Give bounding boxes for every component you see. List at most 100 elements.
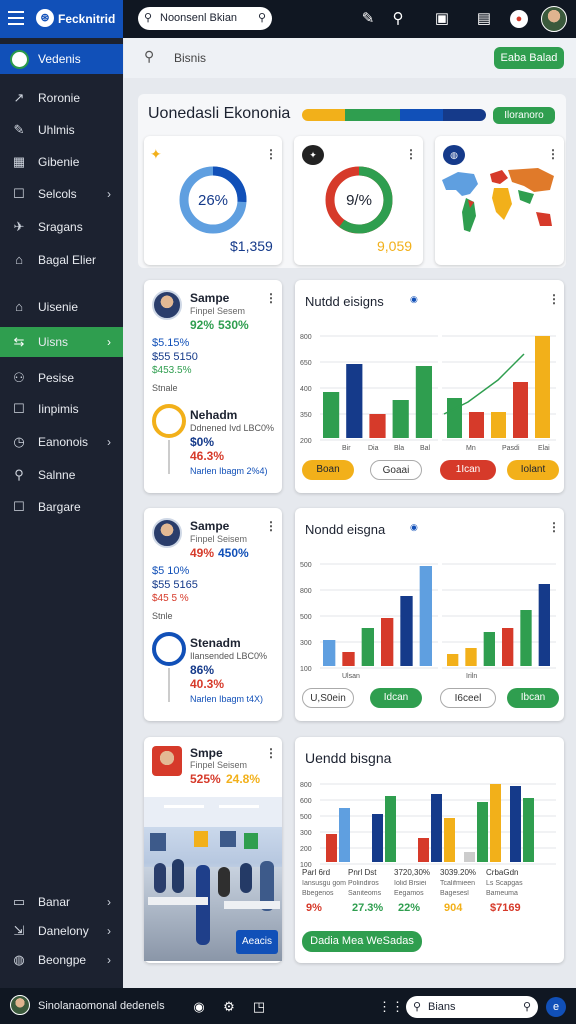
metric-line-2: $55 5150 bbox=[152, 351, 198, 363]
chevron-right-icon: › bbox=[107, 187, 111, 201]
book-icon[interactable]: ▣ bbox=[432, 9, 452, 29]
sidebar-item-bagal-elier[interactable]: ⌂ Bagal Elier bbox=[0, 245, 123, 275]
user-photo bbox=[152, 746, 182, 776]
chart-title: Nondd eisgna bbox=[305, 522, 386, 537]
sidebar-item-label: Pesise bbox=[38, 371, 75, 385]
sidebar-item-sragans[interactable]: ✈ Sragans bbox=[0, 212, 123, 242]
chart-filter-button[interactable]: Goaai bbox=[370, 460, 422, 480]
menu-icon[interactable] bbox=[8, 11, 24, 25]
bar-chart-2: 500 800 500 300 100 Ulsan Iriln bbox=[300, 562, 556, 680]
x-tick-label: Bla bbox=[394, 445, 404, 452]
sidebar-item-uisenie[interactable]: ⌂ Uisenie bbox=[0, 292, 123, 322]
donut-2-center: 9/% bbox=[346, 192, 372, 209]
sidebar-item-selcols[interactable]: ☐ Selcols › bbox=[0, 179, 123, 209]
bar bbox=[385, 796, 396, 862]
badge-icon: ✦ bbox=[302, 145, 324, 165]
bar-chart-1: 800 650 400 350 200 Bir Dia Bla Bal Mn Pasdi Elai bbox=[300, 334, 556, 452]
column-value: 9% bbox=[306, 902, 322, 914]
chart-icon[interactable]: ◳ bbox=[250, 998, 268, 1016]
column-value: 22% bbox=[398, 902, 421, 914]
profile-sub-2: Ddnened Ivd LBC0% bbox=[190, 423, 275, 433]
profile-stat-2: 450% bbox=[218, 546, 249, 560]
column-caption: Iansusgu gom bbox=[302, 880, 346, 887]
search-icon[interactable]: ⚲ bbox=[144, 48, 154, 65]
donut-1-center: 26% bbox=[198, 192, 229, 209]
more-icon[interactable]: ⋮ bbox=[548, 520, 560, 534]
chart-filter-button[interactable]: U,S0ein bbox=[302, 688, 354, 708]
search-icon[interactable]: ⚲ bbox=[258, 7, 266, 30]
chart-3-title: Uendd bisgna bbox=[305, 750, 392, 766]
pen-icon[interactable]: ✎ bbox=[358, 9, 378, 29]
sidebar-logo-icon bbox=[10, 50, 29, 69]
people-icon: ⚇ bbox=[13, 370, 25, 385]
sidebar-bottom-item[interactable]: ▭ Banar › bbox=[0, 887, 123, 917]
chart-3: 800600500300200100 bbox=[300, 782, 556, 869]
chevron-right-icon: › bbox=[107, 895, 111, 909]
chart-filter-button[interactable]: Boan bbox=[302, 460, 354, 480]
profile-3-sub: Finpel Seisem bbox=[190, 760, 248, 770]
more-icon[interactable]: ⋮ bbox=[547, 147, 559, 161]
more-icon[interactable]: ⋮ bbox=[265, 519, 277, 533]
chevron-right-icon: › bbox=[107, 435, 111, 449]
profile-label: Stnle bbox=[152, 611, 173, 621]
profile-value-2: 40.3% bbox=[190, 677, 225, 691]
more-icon[interactable]: ⋮ bbox=[265, 746, 277, 760]
globe-icon: ◍ bbox=[13, 952, 25, 967]
user-avatar[interactable] bbox=[541, 6, 567, 32]
sidebar-bottom-item[interactable]: ◍ Beongpe › bbox=[0, 945, 123, 975]
sidebar-item-gibenie[interactable]: ▦ Gibenie bbox=[0, 147, 123, 177]
user-icon: ⚲ bbox=[14, 467, 24, 482]
profile-stat-2: 530% bbox=[218, 318, 249, 332]
sidebar-item-eanonois[interactable]: ◷ Eanonois › bbox=[0, 427, 123, 457]
bar bbox=[490, 784, 501, 862]
overview-tag-button[interactable]: Iloranoro bbox=[493, 107, 555, 124]
top-search-input[interactable]: ⚲ Noonsenl Bkian ⚲ bbox=[138, 7, 272, 30]
sidebar-item-salnne[interactable]: ⚲ Salnne bbox=[0, 460, 123, 490]
chart-3-action-button[interactable]: Dadia Mea WeSadas bbox=[302, 931, 422, 952]
sidebar-item-roronie[interactable]: ↗ Roronie bbox=[0, 83, 123, 113]
more-icon[interactable]: ⋮ bbox=[405, 147, 417, 161]
profile-stat-1: 49% bbox=[190, 546, 215, 560]
notification-icon[interactable]: ● bbox=[510, 10, 528, 28]
export-icon: ⇲ bbox=[13, 923, 25, 938]
bar bbox=[477, 802, 488, 862]
grid-icon[interactable]: ⋮⋮ bbox=[378, 998, 404, 1016]
footer-avatar[interactable] bbox=[10, 995, 30, 1015]
sidebar-item-bargare[interactable]: ☐ Bargare bbox=[0, 492, 123, 522]
column-caption: Bbegenos bbox=[302, 890, 334, 897]
y-tick-label: 800 bbox=[300, 588, 312, 595]
sidebar-item-iinpimis[interactable]: ☐ Iinpimis bbox=[0, 394, 123, 424]
page-icon[interactable]: ▤ bbox=[474, 9, 494, 29]
footer-search-input[interactable]: ⚲ Bians ⚲ bbox=[406, 996, 538, 1018]
y-tick-label: 400 bbox=[300, 386, 312, 393]
more-icon[interactable]: ⋮ bbox=[265, 291, 277, 305]
bar bbox=[510, 786, 521, 862]
profile-name-2: Stenadm bbox=[190, 636, 241, 650]
sidebar-item-label: Uisns bbox=[38, 335, 69, 349]
profile-badge-icon[interactable]: e bbox=[546, 997, 566, 1017]
bar bbox=[392, 400, 409, 438]
photo-label-button[interactable]: Aeacis bbox=[236, 930, 278, 954]
y-tick-label: 650 bbox=[300, 360, 312, 367]
chart-filter-button[interactable]: Ibcan bbox=[507, 688, 559, 708]
chart-filter-button[interactable]: 1Ican bbox=[440, 460, 496, 480]
more-icon[interactable]: ⋮ bbox=[548, 292, 560, 306]
sidebar-item-uhlmis[interactable]: ✎ Uhlmis bbox=[0, 115, 123, 145]
header-action-button[interactable]: Eaba Balad bbox=[494, 47, 564, 69]
search-icon[interactable]: ⚲ bbox=[523, 996, 531, 1018]
bird-icon: ✈ bbox=[13, 219, 25, 234]
bar bbox=[523, 798, 534, 862]
settings-icon[interactable]: ⚙ bbox=[220, 998, 238, 1016]
chart-filter-button[interactable]: Iolant bbox=[507, 460, 559, 480]
search-icon[interactable]: ⚲ bbox=[388, 9, 408, 29]
chart-filter-button[interactable]: Idcan bbox=[370, 688, 422, 708]
profile-photo bbox=[152, 518, 182, 548]
sidebar-item-uisns[interactable]: ⇆ Uisns › bbox=[0, 327, 123, 357]
sidebar-bottom-item[interactable]: ⇲ Danelony › bbox=[0, 916, 123, 946]
pencil-icon: ✎ bbox=[13, 122, 25, 137]
chart-filter-button[interactable]: I6ceel bbox=[440, 688, 496, 708]
sidebar-item-pesise[interactable]: ⚇ Pesise bbox=[0, 363, 123, 393]
sidebar-header[interactable]: Vedenis bbox=[0, 44, 123, 74]
record-icon[interactable]: ◉ bbox=[190, 998, 208, 1016]
more-icon[interactable]: ⋮ bbox=[265, 147, 277, 161]
